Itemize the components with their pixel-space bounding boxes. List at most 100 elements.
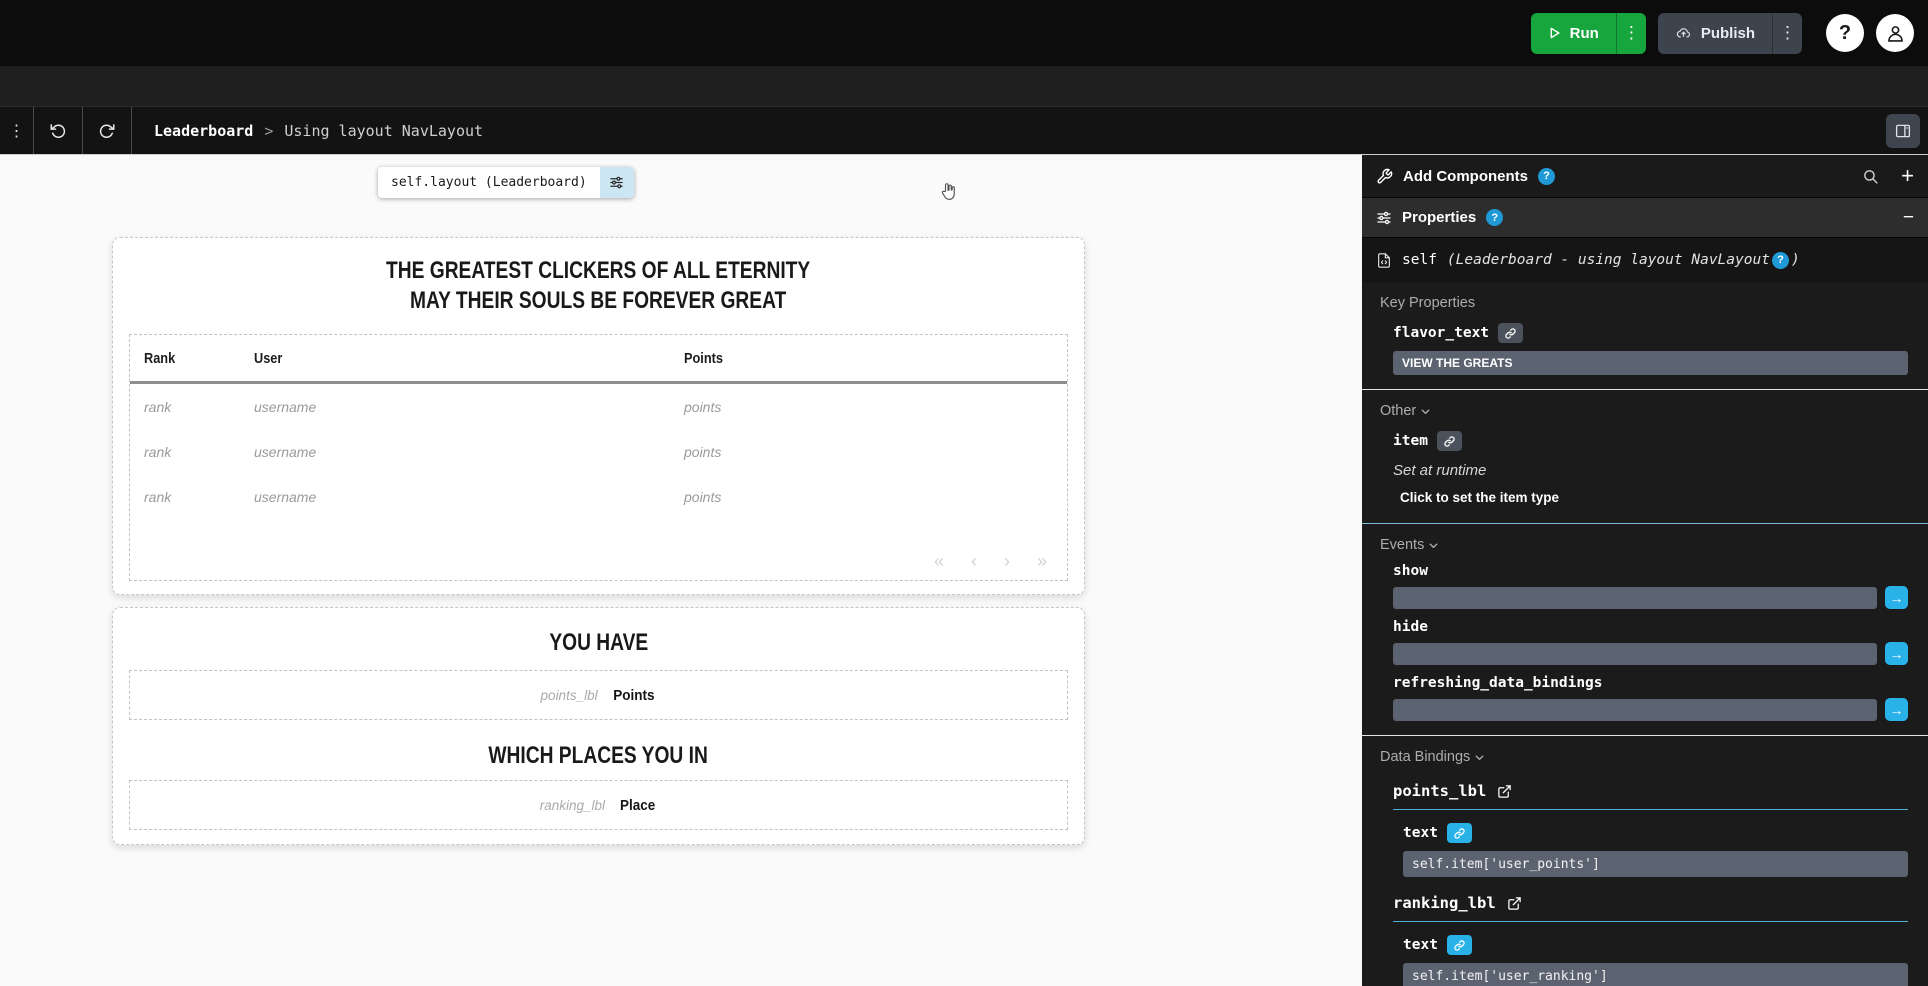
cell-username: username: [254, 489, 684, 505]
breadcrumb-layout-name[interactable]: Using layout NavLayout: [284, 122, 483, 140]
plus-icon[interactable]: +: [1901, 165, 1914, 187]
open-component-icon[interactable]: [1497, 784, 1512, 799]
sliders-icon: [1376, 210, 1392, 226]
points-label-component[interactable]: points_lbl Points: [129, 670, 1068, 720]
other-label: Other: [1380, 403, 1416, 419]
search-icon[interactable]: [1862, 168, 1879, 185]
item-name: item: [1393, 433, 1428, 449]
component-text: Place: [620, 797, 655, 814]
bind-link-active-icon[interactable]: [1447, 823, 1472, 843]
form-file-icon: [1376, 252, 1392, 269]
datagrid-row[interactable]: rank username points: [130, 429, 1067, 474]
cell-points: points: [684, 399, 1053, 415]
run-button[interactable]: Run: [1531, 13, 1616, 54]
data-bindings-section-header[interactable]: Data Bindings: [1380, 749, 1486, 765]
property-name-row: text: [1403, 935, 1908, 955]
publish-options-button[interactable]: ⋮: [1772, 13, 1802, 54]
question-icon: ?: [1839, 22, 1851, 45]
datagrid-header-row: Rank User Points: [130, 335, 1067, 384]
side-panel-icon: [1894, 122, 1912, 140]
redo-icon: [98, 122, 116, 140]
selected-component-desc-text: (Leaderboard - using layout NavLayout: [1447, 252, 1770, 268]
set-item-type-action[interactable]: Click to set the item type: [1400, 490, 1559, 505]
layout-chip-settings-button[interactable]: [600, 167, 634, 198]
layout-chip[interactable]: self.layout (Leaderboard): [378, 167, 634, 198]
add-components-header[interactable]: Add Components ? +: [1362, 155, 1928, 198]
leaderboard-title-line1: THE GREATEST CLICKERS OF ALL ETERNITY: [386, 256, 810, 286]
user-icon: [1885, 23, 1906, 44]
datagrid-row[interactable]: rank username points: [130, 474, 1067, 519]
toggle-side-panel-button[interactable]: [1886, 114, 1920, 148]
bind-link-active-icon[interactable]: [1447, 935, 1472, 955]
cell-rank: rank: [144, 399, 254, 415]
binding-prop-name: text: [1403, 825, 1438, 841]
stats-card[interactable]: YOU HAVE points_lbl Points WHICH PLACES …: [112, 607, 1085, 845]
component-id: ranking_lbl: [540, 798, 605, 813]
column-header-user: User: [254, 350, 620, 367]
account-button[interactable]: [1876, 14, 1914, 52]
bind-link-icon[interactable]: [1498, 323, 1523, 343]
selected-component-row[interactable]: self (Leaderboard - using layout NavLayo…: [1362, 238, 1928, 282]
property-name-row: text: [1403, 823, 1908, 843]
flavor-text-name: flavor_text: [1393, 325, 1489, 341]
datagrid-pagination: « ‹ › »: [934, 551, 1047, 572]
wrench-icon: [1376, 168, 1393, 185]
open-component-icon[interactable]: [1507, 896, 1522, 911]
breadcrumb-form-name[interactable]: Leaderboard: [154, 122, 253, 140]
which-places-heading: WHICH PLACES YOU IN: [113, 741, 1084, 771]
data-bindings-label: Data Bindings: [1380, 749, 1470, 765]
more-menu-button[interactable]: ⋮: [0, 107, 34, 154]
ranking-label-component[interactable]: ranking_lbl Place: [129, 780, 1068, 830]
collapse-icon[interactable]: −: [1903, 207, 1914, 229]
flavor-text-property: flavor_text: [1393, 323, 1908, 375]
event-name: show: [1393, 563, 1908, 579]
help-badge-icon[interactable]: ?: [1772, 252, 1789, 269]
help-badge-icon[interactable]: ?: [1486, 209, 1503, 226]
undo-icon: [49, 122, 67, 140]
redo-button[interactable]: [83, 107, 132, 154]
binding-component-row: ranking_lbl: [1393, 894, 1908, 912]
component-text: Points: [613, 687, 654, 704]
run-options-button[interactable]: ⋮: [1616, 13, 1646, 54]
binding-property: text: [1403, 935, 1908, 986]
chevron-down-icon: [1419, 405, 1432, 418]
go-to-handler-button[interactable]: →: [1885, 586, 1908, 609]
event-refreshing-data-bindings: refreshing_data_bindings →: [1393, 675, 1908, 721]
properties-header[interactable]: Properties ? −: [1362, 198, 1928, 238]
hide-event-input[interactable]: [1393, 643, 1877, 665]
flavor-text-input[interactable]: [1393, 351, 1908, 375]
go-to-handler-button[interactable]: →: [1885, 698, 1908, 721]
undo-button[interactable]: [34, 107, 83, 154]
you-have-heading-text: YOU HAVE: [549, 628, 648, 658]
first-page-icon[interactable]: «: [934, 551, 944, 572]
cell-username: username: [254, 444, 684, 460]
help-button[interactable]: ?: [1826, 14, 1864, 52]
datagrid-row[interactable]: rank username points: [130, 384, 1067, 429]
event-hide: hide →: [1393, 619, 1908, 665]
go-to-handler-button[interactable]: →: [1885, 642, 1908, 665]
help-badge-icon[interactable]: ?: [1538, 168, 1555, 185]
binding-ranking-lbl: ranking_lbl text: [1393, 894, 1908, 986]
binding-component-name: ranking_lbl: [1393, 894, 1496, 912]
show-event-input[interactable]: [1393, 587, 1877, 609]
points-binding-code-input[interactable]: [1403, 851, 1908, 877]
publish-button[interactable]: Publish: [1658, 13, 1772, 54]
key-properties-section: Key Properties flavor_text: [1362, 282, 1928, 389]
events-section-header[interactable]: Events: [1380, 537, 1440, 553]
other-section-header[interactable]: Other: [1380, 403, 1432, 419]
previous-page-icon[interactable]: ‹: [971, 551, 977, 572]
leaderboard-datagrid[interactable]: Rank User Points rank username points ra…: [129, 334, 1068, 581]
design-canvas[interactable]: self.layout (Leaderboard) THE GREATEST C…: [0, 155, 1362, 986]
refreshing-data-bindings-event-input[interactable]: [1393, 699, 1877, 721]
bind-link-icon[interactable]: [1437, 431, 1462, 451]
ranking-binding-code-input[interactable]: [1403, 963, 1908, 986]
cloud-upload-icon: [1675, 26, 1692, 41]
last-page-icon[interactable]: »: [1037, 551, 1047, 572]
binding-prop-name: text: [1403, 937, 1438, 953]
next-page-icon[interactable]: ›: [1004, 551, 1010, 572]
event-handler-row: →: [1393, 698, 1908, 721]
cell-rank: rank: [144, 489, 254, 505]
run-button-label: Run: [1570, 25, 1599, 42]
leaderboard-card[interactable]: THE GREATEST CLICKERS OF ALL ETERNITY MA…: [112, 237, 1085, 595]
run-button-group: Run ⋮: [1531, 13, 1646, 54]
